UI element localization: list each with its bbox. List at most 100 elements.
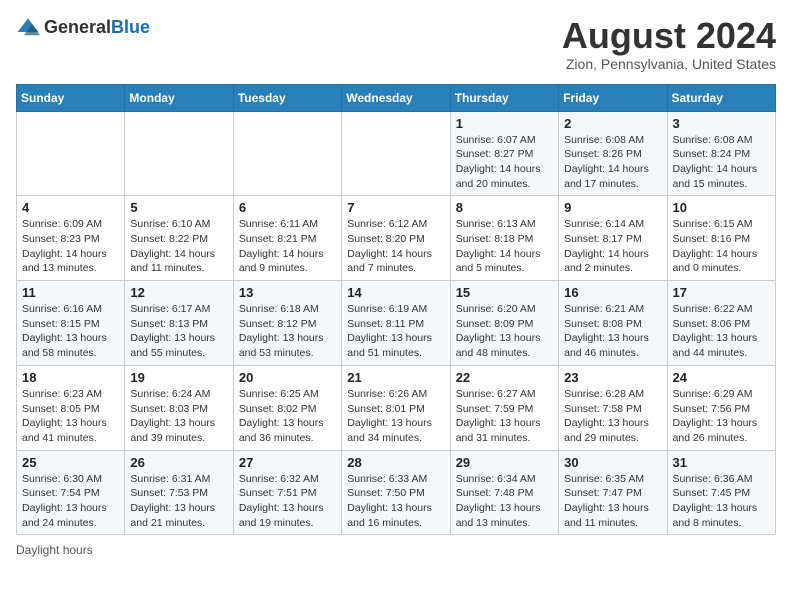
calendar-cell: 28 Sunrise: 6:33 AM Sunset: 7:50 PM Dayli…: [342, 450, 450, 535]
calendar-cell: 14 Sunrise: 6:19 AM Sunset: 8:11 PM Dayli…: [342, 281, 450, 366]
day-number: 31: [673, 455, 770, 470]
calendar-body: 1 Sunrise: 6:07 AM Sunset: 8:27 PM Daylig…: [17, 111, 776, 535]
day-number: 10: [673, 200, 770, 215]
day-number: 22: [456, 370, 553, 385]
day-info: Sunrise: 6:28 AM Sunset: 7:58 PM Dayligh…: [564, 387, 661, 446]
calendar-cell: 24Sunrise: 6:29 AM Sunset: 7:56 PM Dayli…: [667, 365, 775, 450]
day-number: 25: [22, 455, 119, 470]
calendar-cell: 10Sunrise: 6:15 AM Sunset: 8:16 PM Dayli…: [667, 196, 775, 281]
weekday-header-sunday: Sunday: [17, 84, 125, 111]
daylight-label: Daylight hours: [16, 543, 93, 557]
calendar-cell: 7Sunrise: 6:12 AM Sunset: 8:20 PM Daylig…: [342, 196, 450, 281]
calendar-week-row: 18 Sunrise: 6:23 AM Sunset: 8:05 PM Dayli…: [17, 365, 776, 450]
day-info: Sunrise: 6:17 AM Sunset: 8:13 PM Dayligh…: [130, 302, 227, 361]
day-info: Sunrise: 6:18 AM Sunset: 8:12 PM Dayligh…: [239, 302, 336, 361]
day-info: Sunrise: 6:20 AM Sunset: 8:09 PM Dayligh…: [456, 302, 553, 361]
day-info: Sunrise: 6:16 AM Sunset: 8:15 PM Dayligh…: [22, 302, 119, 361]
day-info: Sunrise: 6:26 AM Sunset: 8:01 PM Dayligh…: [347, 387, 444, 446]
weekday-header-friday: Friday: [559, 84, 667, 111]
day-number: 12: [130, 285, 227, 300]
day-number: 29: [456, 455, 553, 470]
day-info: Sunrise: 6:10 AM Sunset: 8:22 PM Dayligh…: [130, 217, 227, 276]
weekday-header-row: SundayMondayTuesdayWednesdayThursdayFrid…: [17, 84, 776, 111]
day-info: Sunrise: 6:19 AM Sunset: 8:11 PM Dayligh…: [347, 302, 444, 361]
day-info: Sunrise: 6:32 AM Sunset: 7:51 PM Dayligh…: [239, 472, 336, 531]
calendar-cell: 8Sunrise: 6:13 AM Sunset: 8:18 PM Daylig…: [450, 196, 558, 281]
day-info: Sunrise: 6:24 AM Sunset: 8:03 PM Dayligh…: [130, 387, 227, 446]
weekday-header-tuesday: Tuesday: [233, 84, 341, 111]
day-info: Sunrise: 6:08 AM Sunset: 8:26 PM Dayligh…: [564, 133, 661, 192]
calendar-cell: [125, 111, 233, 196]
day-info: Sunrise: 6:30 AM Sunset: 7:54 PM Dayligh…: [22, 472, 119, 531]
calendar-cell: 6Sunrise: 6:11 AM Sunset: 8:21 PM Daylig…: [233, 196, 341, 281]
day-info: Sunrise: 6:25 AM Sunset: 8:02 PM Dayligh…: [239, 387, 336, 446]
calendar-cell: 30 Sunrise: 6:35 AM Sunset: 7:47 PM Dayli…: [559, 450, 667, 535]
logo: GeneralBlue: [16, 16, 150, 40]
page-title: August 2024: [562, 16, 776, 56]
calendar-cell: 29Sunrise: 6:34 AM Sunset: 7:48 PM Dayli…: [450, 450, 558, 535]
calendar-cell: [233, 111, 341, 196]
day-number: 4: [22, 200, 119, 215]
calendar-cell: 21 Sunrise: 6:26 AM Sunset: 8:01 PM Dayli…: [342, 365, 450, 450]
day-number: 11: [22, 285, 119, 300]
calendar-cell: 16 Sunrise: 6:21 AM Sunset: 8:08 PM Dayli…: [559, 281, 667, 366]
day-number: 1: [456, 116, 553, 131]
day-info: Sunrise: 6:35 AM Sunset: 7:47 PM Dayligh…: [564, 472, 661, 531]
day-number: 21: [347, 370, 444, 385]
calendar-cell: 18 Sunrise: 6:23 AM Sunset: 8:05 PM Dayli…: [17, 365, 125, 450]
day-number: 20: [239, 370, 336, 385]
day-info: Sunrise: 6:13 AM Sunset: 8:18 PM Dayligh…: [456, 217, 553, 276]
logo-general-text: General: [44, 17, 111, 37]
calendar-cell: 11 Sunrise: 6:16 AM Sunset: 8:15 PM Dayli…: [17, 281, 125, 366]
day-info: Sunrise: 6:27 AM Sunset: 7:59 PM Dayligh…: [456, 387, 553, 446]
day-number: 13: [239, 285, 336, 300]
day-info: Sunrise: 6:21 AM Sunset: 8:08 PM Dayligh…: [564, 302, 661, 361]
calendar-cell: 2 Sunrise: 6:08 AM Sunset: 8:26 PM Daylig…: [559, 111, 667, 196]
day-number: 5: [130, 200, 227, 215]
day-number: 30: [564, 455, 661, 470]
calendar-cell: 13 Sunrise: 6:18 AM Sunset: 8:12 PM Dayli…: [233, 281, 341, 366]
calendar-cell: 26Sunrise: 6:31 AM Sunset: 7:53 PM Dayli…: [125, 450, 233, 535]
weekday-header-saturday: Saturday: [667, 84, 775, 111]
day-number: 26: [130, 455, 227, 470]
day-info: Sunrise: 6:33 AM Sunset: 7:50 PM Dayligh…: [347, 472, 444, 531]
calendar-cell: 9Sunrise: 6:14 AM Sunset: 8:17 PM Daylig…: [559, 196, 667, 281]
day-number: 14: [347, 285, 444, 300]
day-info: Sunrise: 6:07 AM Sunset: 8:27 PM Dayligh…: [456, 133, 553, 192]
calendar-cell: 15 Sunrise: 6:20 AM Sunset: 8:09 PM Dayli…: [450, 281, 558, 366]
footer: Daylight hours: [16, 543, 776, 557]
day-number: 18: [22, 370, 119, 385]
calendar-cell: 12 Sunrise: 6:17 AM Sunset: 8:13 PM Dayli…: [125, 281, 233, 366]
page-subtitle: Zion, Pennsylvania, United States: [562, 56, 776, 72]
calendar-week-row: 11 Sunrise: 6:16 AM Sunset: 8:15 PM Dayli…: [17, 281, 776, 366]
day-number: 23: [564, 370, 661, 385]
day-info: Sunrise: 6:36 AM Sunset: 7:45 PM Dayligh…: [673, 472, 770, 531]
calendar-week-row: 4Sunrise: 6:09 AM Sunset: 8:23 PM Daylig…: [17, 196, 776, 281]
calendar-cell: 4Sunrise: 6:09 AM Sunset: 8:23 PM Daylig…: [17, 196, 125, 281]
day-number: 15: [456, 285, 553, 300]
calendar-week-row: 1 Sunrise: 6:07 AM Sunset: 8:27 PM Daylig…: [17, 111, 776, 196]
calendar-cell: 22 Sunrise: 6:27 AM Sunset: 7:59 PM Dayli…: [450, 365, 558, 450]
day-number: 27: [239, 455, 336, 470]
day-number: 17: [673, 285, 770, 300]
calendar-cell: 3 Sunrise: 6:08 AM Sunset: 8:24 PM Daylig…: [667, 111, 775, 196]
day-number: 3: [673, 116, 770, 131]
calendar-cell: 17 Sunrise: 6:22 AM Sunset: 8:06 PM Dayli…: [667, 281, 775, 366]
calendar-cell: 5 Sunrise: 6:10 AM Sunset: 8:22 PM Daylig…: [125, 196, 233, 281]
calendar-cell: 31 Sunrise: 6:36 AM Sunset: 7:45 PM Dayli…: [667, 450, 775, 535]
day-info: Sunrise: 6:08 AM Sunset: 8:24 PM Dayligh…: [673, 133, 770, 192]
day-number: 9: [564, 200, 661, 215]
day-number: 28: [347, 455, 444, 470]
calendar-cell: 25 Sunrise: 6:30 AM Sunset: 7:54 PM Dayli…: [17, 450, 125, 535]
calendar-cell: 23 Sunrise: 6:28 AM Sunset: 7:58 PM Dayli…: [559, 365, 667, 450]
title-area: August 2024 Zion, Pennsylvania, United S…: [562, 16, 776, 72]
weekday-header-thursday: Thursday: [450, 84, 558, 111]
day-number: 16: [564, 285, 661, 300]
weekday-header-wednesday: Wednesday: [342, 84, 450, 111]
day-number: 2: [564, 116, 661, 131]
day-number: 24: [673, 370, 770, 385]
day-info: Sunrise: 6:12 AM Sunset: 8:20 PM Dayligh…: [347, 217, 444, 276]
day-info: Sunrise: 6:22 AM Sunset: 8:06 PM Dayligh…: [673, 302, 770, 361]
calendar-table: SundayMondayTuesdayWednesdayThursdayFrid…: [16, 84, 776, 536]
day-info: Sunrise: 6:23 AM Sunset: 8:05 PM Dayligh…: [22, 387, 119, 446]
